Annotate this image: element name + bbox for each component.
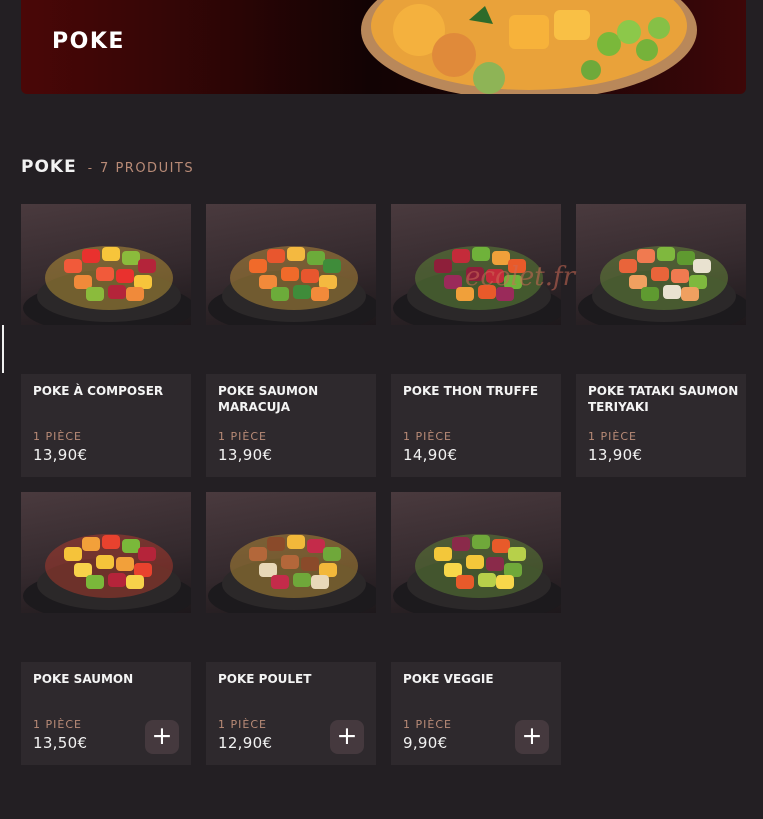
poke-veggie-bowl-image[interactable]: [391, 492, 561, 613]
product-name: POKE SAUMON MARACUJA: [218, 384, 319, 414]
poke-poulet-bowl-image[interactable]: [206, 492, 376, 613]
poke-saumon-maracuja-bowl-image[interactable]: [206, 204, 376, 325]
product-unit: 1 PIÈCE: [33, 430, 82, 443]
product-unit: 1 PIÈCE: [218, 718, 267, 731]
product-card[interactable]: POKE POULET 1 PIÈCE 12,90€ +: [206, 492, 376, 765]
add-to-cart-button[interactable]: +: [515, 720, 549, 754]
product-price: 13,90€: [218, 446, 273, 464]
product-unit: 1 PIÈCE: [403, 430, 452, 443]
product-name: POKE POULET: [218, 672, 312, 686]
product-name: POKE VEGGIE: [403, 672, 494, 686]
product-card[interactable]: POKE SAUMON 1 PIÈCE 13,50€ +: [21, 492, 191, 765]
product-info[interactable]: POKE POULET 1 PIÈCE 12,90€ +: [206, 662, 376, 765]
product-name: POKE SAUMON: [33, 672, 134, 686]
poke-tataki-saumon-bowl-image[interactable]: [576, 204, 746, 325]
product-card[interactable]: POKE À COMPOSER 1 PIÈCE 13,90€: [21, 204, 191, 477]
product-unit: 1 PIÈCE: [588, 430, 637, 443]
product-info[interactable]: POKE SAUMON 1 PIÈCE 13,50€ +: [21, 662, 191, 765]
product-price: 13,90€: [33, 446, 88, 464]
product-price: 9,90€: [403, 734, 448, 752]
section-title: POKE: [21, 157, 77, 177]
product-info[interactable]: POKE VEGGIE 1 PIÈCE 9,90€ +: [391, 662, 561, 765]
product-unit: 1 PIÈCE: [218, 430, 267, 443]
product-unit: 1 PIÈCE: [33, 718, 82, 731]
watermark-text: ecolet.fr: [465, 262, 576, 292]
scroll-indicator[interactable]: [2, 325, 4, 373]
add-to-cart-button[interactable]: +: [145, 720, 179, 754]
product-info[interactable]: POKE SAUMON MARACUJA 1 PIÈCE 13,90€: [206, 374, 376, 477]
category-banner: POKE: [21, 0, 746, 94]
product-card[interactable]: POKE TATAKI SAUMON TERIYAKI 1 PIÈCE 13,90€: [576, 204, 746, 477]
product-info[interactable]: POKE À COMPOSER 1 PIÈCE 13,90€: [21, 374, 191, 477]
banner-title: POKE: [52, 29, 125, 54]
product-price: 14,90€: [403, 446, 458, 464]
add-to-cart-button[interactable]: +: [330, 720, 364, 754]
poke-saumon-bowl-image[interactable]: [21, 492, 191, 613]
product-info[interactable]: POKE TATAKI SAUMON TERIYAKI 1 PIÈCE 13,90€: [576, 374, 746, 477]
product-name: POKE THON TRUFFE: [403, 384, 539, 398]
section-header: POKE - 7 PRODUITS: [21, 157, 194, 177]
banner-bowl-image: [361, 0, 697, 94]
product-price: 13,90€: [588, 446, 643, 464]
product-info[interactable]: POKE THON TRUFFE 1 PIÈCE 14,90€: [391, 374, 561, 477]
section-separator: -: [87, 161, 93, 175]
product-name: POKE À COMPOSER: [33, 384, 164, 398]
product-price: 13,50€: [33, 734, 88, 752]
product-unit: 1 PIÈCE: [403, 718, 452, 731]
product-count: 7 PRODUITS: [100, 161, 195, 176]
poke-a-composer-bowl-image[interactable]: [21, 204, 191, 325]
product-card[interactable]: POKE VEGGIE 1 PIÈCE 9,90€ +: [391, 492, 561, 765]
product-card[interactable]: POKE THON TRUFFE 1 PIÈCE 14,90€: [391, 204, 561, 477]
product-name: POKE TATAKI SAUMON TERIYAKI: [588, 384, 739, 414]
product-card[interactable]: POKE SAUMON MARACUJA 1 PIÈCE 13,90€: [206, 204, 376, 477]
product-price: 12,90€: [218, 734, 273, 752]
